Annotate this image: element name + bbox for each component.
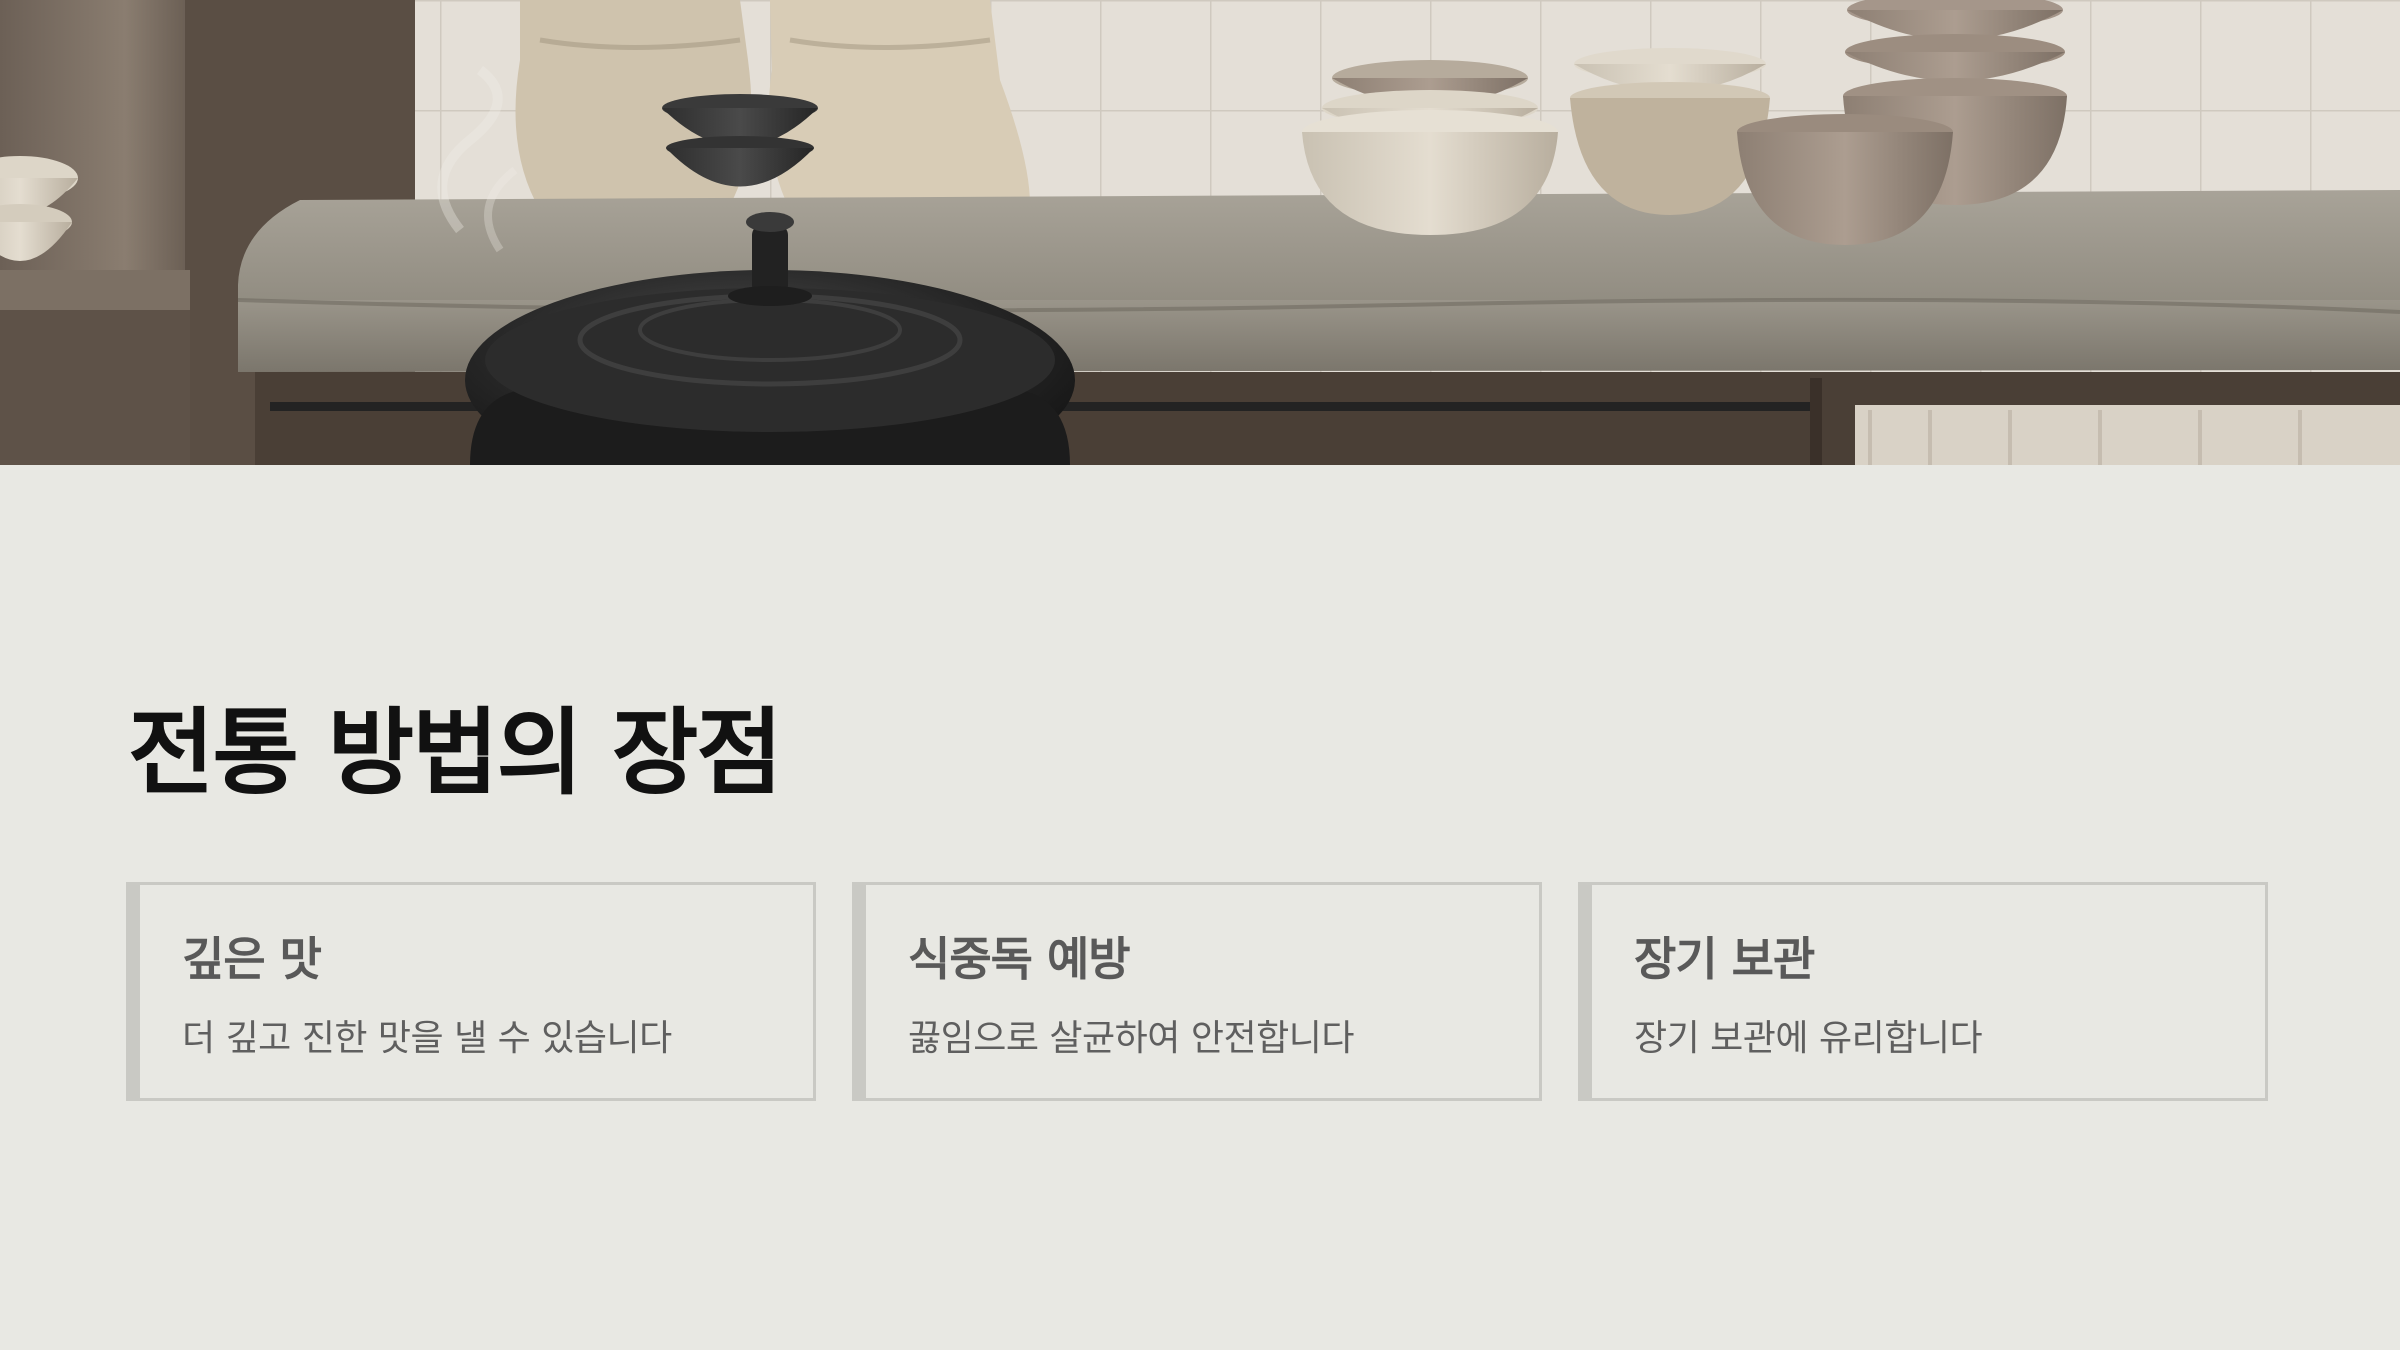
card-title: 깊은 맛 [182, 932, 322, 986]
benefit-card-storage: 장기 보관 장기 보관에 유리합니다 [1578, 882, 2268, 1101]
benefit-card-food-safety: 식중독 예방 끓임으로 살균하여 안전합니다 [852, 882, 1542, 1101]
slide-title: 전통 방법의 장점 [128, 699, 783, 808]
benefit-card-flavor: 깊은 맛 더 깊고 진한 맛을 낼 수 있습니다 [126, 882, 816, 1101]
card-description: 끓임으로 살균하여 안전합니다 [908, 1018, 1354, 1059]
card-title: 식중독 예방 [908, 932, 1131, 986]
card-description: 장기 보관에 유리합니다 [1634, 1018, 1983, 1059]
benefit-cards: 깊은 맛 더 깊고 진한 맛을 낼 수 있습니다 식중독 예방 끓임으로 살균하… [126, 882, 2270, 1103]
hero-image [0, 0, 2400, 465]
card-title: 장기 보관 [1634, 932, 1815, 986]
card-description: 더 깊고 진한 맛을 낼 수 있습니다 [182, 1018, 672, 1059]
slide: 전통 방법의 장점 깊은 맛 더 깊고 진한 맛을 낼 수 있습니다 식중독 예… [0, 0, 2400, 1350]
